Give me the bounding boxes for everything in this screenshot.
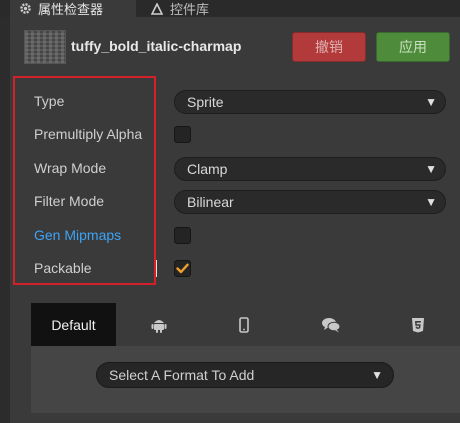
filter-mode-select[interactable]: Bilinear ▼ (174, 190, 446, 214)
tab-mobile[interactable] (201, 303, 286, 346)
panel-tab-bar: 属性检查器 控件库 (0, 0, 460, 17)
checkmark-icon (176, 263, 189, 274)
wrap-mode-value: Clamp (187, 161, 228, 177)
asset-header: tuffy_bold_italic-charmap 撤销 应用 (22, 28, 452, 66)
format-placeholder: Select A Format To Add (109, 367, 255, 383)
gen-mipmaps-label[interactable]: Gen Mipmaps (34, 227, 121, 243)
premultiply-alpha-row: Premultiply Alpha (34, 123, 454, 147)
gen-mipmaps-checkbox[interactable] (174, 227, 191, 244)
left-edge (0, 17, 10, 423)
tab-android[interactable] (116, 303, 201, 346)
type-row: Type Sprite ▼ (34, 90, 454, 114)
filter-mode-value: Bilinear (187, 194, 234, 210)
chevron-down-icon: ▼ (425, 195, 437, 209)
type-select[interactable]: Sprite ▼ (174, 90, 446, 114)
chevron-down-icon: ▼ (425, 162, 437, 176)
packable-row: Packable (34, 257, 454, 281)
premultiply-alpha-label: Premultiply Alpha (34, 126, 143, 142)
tab-inspector[interactable]: 属性检查器 (10, 0, 136, 17)
wrap-mode-row: Wrap Mode Clamp ▼ (34, 157, 454, 181)
chevron-down-icon: ▼ (371, 368, 383, 382)
type-label: Type (34, 93, 65, 109)
tab-html5[interactable] (376, 303, 460, 346)
packable-label: Packable (34, 260, 92, 276)
wrap-mode-label: Wrap Mode (34, 160, 107, 176)
filter-mode-row: Filter Mode Bilinear ▼ (34, 190, 454, 214)
add-format-select[interactable]: Select A Format To Add ▼ (96, 362, 394, 388)
gen-mipmaps-row: Gen Mipmaps (34, 224, 454, 248)
wrap-mode-select[interactable]: Clamp ▼ (174, 157, 446, 181)
gear-icon (18, 2, 32, 16)
apply-button[interactable]: 应用 (376, 32, 450, 62)
asset-name: tuffy_bold_italic-charmap (71, 38, 242, 54)
wechat-icon (322, 317, 341, 332)
platform-tabs: Default (31, 303, 460, 346)
android-icon (151, 319, 166, 333)
mobile-icon (238, 316, 249, 333)
packable-checkbox[interactable] (174, 260, 191, 277)
asset-thumbnail (24, 30, 66, 64)
html5-icon (412, 317, 424, 332)
tab-label: 属性检查器 (38, 2, 104, 17)
tab-default[interactable]: Default (31, 303, 116, 346)
premultiply-alpha-checkbox[interactable] (174, 126, 191, 143)
revert-button[interactable]: 撤销 (292, 32, 366, 62)
text-cursor (156, 260, 157, 277)
triangle-icon (150, 2, 164, 16)
tab-label: 控件库 (170, 2, 210, 17)
tab-widget-library[interactable]: 控件库 (146, 0, 266, 17)
platform-settings-panel: Default Select A Format To Add ▼ (31, 303, 460, 413)
filter-mode-label: Filter Mode (34, 193, 105, 209)
type-value: Sprite (187, 94, 224, 110)
tab-label: Default (51, 316, 96, 333)
tab-wechat[interactable] (286, 303, 376, 346)
chevron-down-icon: ▼ (425, 95, 437, 109)
